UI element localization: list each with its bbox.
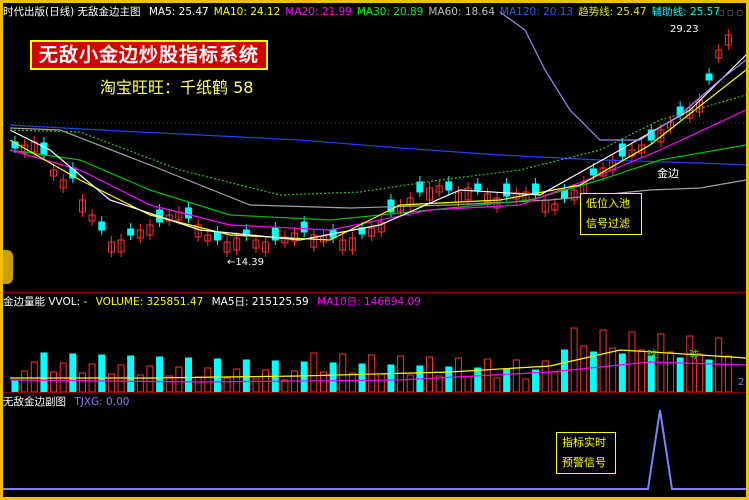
volume-bar bbox=[50, 371, 58, 393]
candle-body bbox=[40, 142, 48, 156]
candle-body bbox=[705, 73, 713, 81]
annotation-line: 指标实时 bbox=[562, 436, 606, 449]
alert-annotation: 指标实时 预警信号 bbox=[556, 432, 616, 474]
volume-bar bbox=[512, 359, 520, 393]
volume-bar bbox=[377, 373, 385, 393]
candle-body bbox=[300, 221, 308, 233]
volume-header: 金边量能 VVOL: - VOLUME: 325851.47 MA5日: 215… bbox=[3, 293, 746, 311]
volume-ma5: MA5日: 215125.59 bbox=[211, 296, 309, 308]
candle-body bbox=[503, 183, 511, 197]
volume-bar bbox=[281, 379, 289, 393]
annotation-line: 信号过滤 bbox=[586, 217, 630, 230]
volume-bar bbox=[628, 331, 636, 393]
candle-body bbox=[213, 231, 221, 241]
volume-bar bbox=[522, 378, 530, 393]
low-price-label: ←14.39 bbox=[227, 257, 265, 268]
sub-header: 无敌金边副图 TJXG: 0.00 bbox=[3, 393, 746, 411]
candle-body bbox=[185, 207, 193, 219]
sub-title: 无敌金边副图 bbox=[3, 396, 66, 408]
volume-bar bbox=[213, 358, 221, 393]
volume-bar bbox=[667, 351, 675, 393]
volume-bar bbox=[310, 352, 318, 393]
volume-bar bbox=[40, 352, 48, 393]
volume-bar bbox=[69, 353, 77, 393]
candle-body bbox=[589, 168, 597, 176]
volume-bar bbox=[589, 351, 597, 393]
volume-bar bbox=[204, 367, 212, 393]
volume-bar bbox=[406, 374, 414, 393]
volume-bar bbox=[474, 367, 482, 393]
volume-bar bbox=[647, 355, 655, 393]
volume-bar bbox=[185, 357, 193, 393]
volume-bar bbox=[493, 377, 501, 393]
volume-bar bbox=[638, 349, 646, 393]
volume-bar bbox=[358, 363, 366, 393]
candle-body bbox=[445, 181, 453, 191]
volume-bar bbox=[618, 353, 626, 393]
low-pool-annotation: 低位入池 信号过滤 bbox=[580, 193, 642, 235]
volume-bar bbox=[127, 355, 135, 393]
promo-title: 无敌小金边炒股指标系统 bbox=[30, 40, 268, 70]
volume-bar bbox=[551, 371, 559, 393]
volume-bar bbox=[146, 365, 154, 393]
volume-title: 金边量能 VVOL: - bbox=[3, 296, 88, 308]
volume-bar bbox=[609, 347, 617, 393]
candle-body bbox=[474, 183, 482, 191]
volume-bar bbox=[705, 359, 713, 393]
volume-axis-tick: 2 bbox=[738, 377, 745, 388]
volume-ma10: MA10日: 146694.09 bbox=[317, 296, 421, 308]
side-tab-arrow-icon[interactable] bbox=[3, 250, 13, 284]
candle-body bbox=[127, 228, 135, 236]
annotation-line: 预警信号 bbox=[562, 456, 606, 469]
volume-bar bbox=[30, 361, 38, 393]
volume-bar bbox=[107, 373, 115, 393]
volume-bar bbox=[98, 354, 106, 393]
volume-bar bbox=[445, 366, 453, 393]
high-price-label: 29.23 bbox=[670, 24, 699, 35]
candle-body bbox=[98, 221, 106, 231]
volume-bar bbox=[156, 356, 164, 393]
volume-bar bbox=[715, 337, 723, 393]
annotation-line: 低位入池 bbox=[586, 197, 630, 210]
volume-bar bbox=[21, 370, 29, 393]
volume-bar bbox=[78, 372, 86, 393]
volume-bar bbox=[11, 379, 19, 393]
volume-bar bbox=[223, 377, 231, 393]
volume-bar bbox=[348, 372, 356, 393]
volume-bar bbox=[599, 329, 607, 393]
volume-bar bbox=[242, 359, 250, 393]
ma120-line bbox=[9, 124, 747, 166]
volume-bar bbox=[387, 364, 395, 393]
volume-bar bbox=[454, 357, 462, 393]
volume-bar bbox=[426, 356, 434, 393]
volume-marker: 球 bbox=[647, 350, 657, 361]
volume-bar bbox=[165, 375, 173, 393]
sub-value: TJXG: 0.00 bbox=[74, 396, 130, 408]
volume-bar bbox=[233, 368, 241, 393]
volume-bar bbox=[397, 355, 405, 393]
volume-bar bbox=[300, 361, 308, 393]
volume-bar bbox=[464, 376, 472, 393]
volume-bar bbox=[724, 355, 732, 393]
volume-bar bbox=[503, 368, 511, 393]
alert-spike-line bbox=[3, 409, 746, 490]
gold-edge-label: 金边 bbox=[657, 167, 679, 180]
volume-bar bbox=[194, 376, 202, 393]
volume-bar bbox=[686, 335, 694, 393]
volume-marker: 球 bbox=[689, 350, 699, 361]
shop-contact: 淘宝旺旺：千纸鹤 58 bbox=[100, 78, 254, 97]
volume-bar bbox=[339, 353, 347, 393]
volume-value: VOLUME: 325851.47 bbox=[95, 296, 204, 308]
volume-bar bbox=[175, 366, 183, 393]
volume-bar bbox=[329, 362, 337, 393]
trend-dashed-line bbox=[9, 94, 747, 196]
